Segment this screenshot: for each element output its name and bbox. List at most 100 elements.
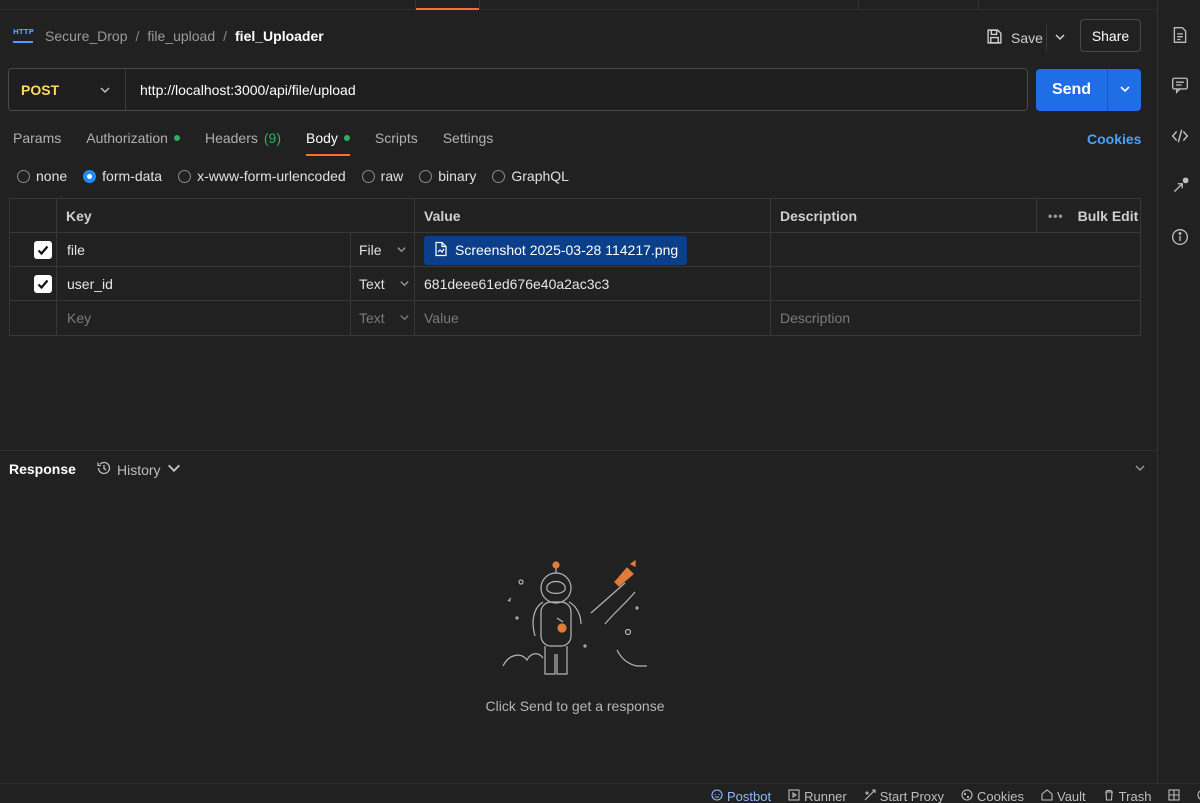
history-dropdown[interactable]: History — [96, 460, 182, 479]
save-button[interactable]: Save — [980, 24, 1049, 52]
send-button-group: Send — [1036, 69, 1141, 111]
status-bar-items: Postbot Runner Start Proxy Cookies Vault… — [711, 789, 1200, 803]
type-select[interactable]: File — [359, 233, 407, 267]
info-icon[interactable] — [1170, 227, 1190, 247]
status-bar: Postbot Runner Start Proxy Cookies Vault… — [0, 783, 1200, 803]
key-cell[interactable]: user_id — [67, 267, 113, 301]
radio-circle — [492, 169, 506, 183]
share-button[interactable]: Share — [1080, 19, 1141, 52]
vault-icon — [1041, 789, 1053, 803]
radio-graphql[interactable]: GraphQL — [492, 168, 569, 184]
chevron-down-icon — [1054, 30, 1066, 46]
layout-toggle-button[interactable] — [1168, 789, 1180, 803]
response-divider[interactable] — [0, 450, 1157, 451]
status-dot — [173, 135, 180, 141]
checkmark-icon — [34, 241, 52, 259]
type-select[interactable]: Text — [359, 267, 410, 301]
comment-icon[interactable] — [1170, 75, 1190, 95]
tab-body[interactable]: Body — [306, 130, 350, 156]
send-options-dropdown[interactable] — [1107, 69, 1141, 111]
description-input[interactable]: Description — [780, 301, 850, 335]
more-icon[interactable]: ••• — [1048, 209, 1064, 223]
save-label: Save — [1011, 30, 1043, 46]
postbot-button[interactable]: Postbot — [711, 789, 771, 803]
tab-authorization[interactable]: Authorization — [86, 130, 180, 156]
method-label: POST — [21, 81, 60, 98]
footer-label: Postbot — [727, 789, 772, 803]
start-proxy-button[interactable]: Start Proxy — [864, 789, 944, 803]
radio-label: form-data — [102, 168, 163, 184]
astronaut-illustration — [502, 559, 647, 675]
cookies-link[interactable]: Cookies — [1087, 131, 1141, 147]
radio-circle — [178, 169, 192, 183]
column-header-key: Key — [66, 208, 92, 224]
row-checkbox[interactable] — [34, 233, 52, 267]
runner-button[interactable]: Runner — [788, 789, 847, 803]
radio-circle — [17, 169, 30, 183]
radio-raw[interactable]: raw — [361, 168, 404, 184]
type-label: Text — [359, 276, 385, 292]
tab-label: Headers — [204, 130, 258, 146]
radio-none[interactable]: none — [17, 168, 67, 184]
url-input[interactable]: http://localhost:3000/api/file/upload — [140, 82, 356, 98]
tab-scripts[interactable]: Scripts — [375, 130, 418, 156]
value-cell[interactable]: 681deee61ed676e40a2ac3c3 — [424, 267, 609, 301]
tab-params[interactable]: Params — [13, 130, 61, 156]
breadcrumb-workspace[interactable]: Secure_Drop — [45, 28, 128, 44]
cookies-button[interactable]: Cookies — [961, 789, 1024, 803]
radio-label: x-www-form-urlencoded — [197, 168, 346, 184]
method-select[interactable]: POST — [9, 69, 126, 110]
response-empty-message: Click Send to get a response — [485, 698, 665, 714]
save-options-dropdown[interactable] — [1046, 24, 1072, 52]
breadcrumb-request[interactable]: fiel_Uploader — [235, 28, 324, 44]
value-cell[interactable]: Screenshot 2025-03-28 114217.png — [424, 233, 688, 267]
url-bar: POST http://localhost:3000/api/file/uplo… — [8, 68, 1028, 111]
file-icon — [433, 241, 449, 260]
value-input[interactable]: Value — [424, 301, 459, 335]
type-label: File — [359, 242, 382, 258]
tab-settings[interactable]: Settings — [443, 130, 494, 156]
tab-strip-segment[interactable] — [859, 0, 979, 10]
tab-strip-segment[interactable] — [479, 0, 859, 10]
response-title: Response — [9, 461, 76, 477]
file-name: Screenshot 2025-03-28 114217.png — [455, 242, 679, 258]
chevron-down-icon — [1134, 461, 1146, 477]
tab-headers[interactable]: Headers (9) — [205, 130, 281, 156]
trash-button[interactable]: Trash — [1103, 789, 1152, 803]
http-icon: HTTP — [13, 27, 34, 43]
key-cell[interactable]: file — [67, 233, 85, 267]
runner-icon — [788, 789, 800, 803]
breadcrumb: Secure_Drop / file_upload / fiel_Uploade… — [45, 28, 324, 44]
cookie-icon — [961, 789, 973, 803]
radio-label: raw — [380, 168, 404, 184]
radio-x-www-form-urlencoded[interactable]: x-www-form-urlencoded — [178, 168, 346, 184]
footer-label: Vault — [1057, 789, 1086, 803]
column-header-description: Description — [780, 208, 858, 224]
collapse-response-button[interactable] — [1134, 461, 1146, 477]
radio-binary[interactable]: binary — [419, 168, 476, 184]
type-label: Text — [359, 310, 385, 326]
footer-label: Cookies — [977, 789, 1024, 803]
document-icon[interactable] — [1170, 25, 1190, 45]
footer-label: Trash — [1118, 789, 1152, 803]
code-icon[interactable] — [1170, 126, 1190, 146]
table-header-row: Key Value Description ••• Bulk Edit — [10, 199, 1140, 233]
breadcrumb-collection[interactable]: file_upload — [147, 28, 215, 44]
footer-label: Runner — [804, 789, 847, 803]
radio-form-data[interactable]: form-data — [83, 168, 162, 184]
key-input[interactable]: Key — [67, 301, 91, 335]
row-checkbox[interactable] — [34, 267, 52, 301]
related-collections-icon[interactable] — [1170, 176, 1190, 196]
body-type-selector: none form-data x-www-form-urlencoded raw… — [17, 168, 569, 184]
vault-button[interactable]: Vault — [1041, 789, 1086, 803]
chevron-down-icon — [1119, 82, 1131, 98]
send-button[interactable]: Send — [1036, 69, 1107, 111]
type-select[interactable]: Text — [359, 301, 410, 335]
chevron-down-icon — [396, 242, 407, 258]
chevron-down-icon — [166, 460, 182, 479]
tab-strip-segment[interactable] — [0, 0, 416, 10]
bulk-edit-button[interactable]: ••• Bulk Edit — [1048, 199, 1138, 233]
table-row: user_id Text 681deee61ed676e40a2ac3c3 — [10, 267, 1140, 301]
file-chip[interactable]: Screenshot 2025-03-28 114217.png — [424, 235, 688, 265]
chevron-down-icon — [399, 310, 410, 326]
